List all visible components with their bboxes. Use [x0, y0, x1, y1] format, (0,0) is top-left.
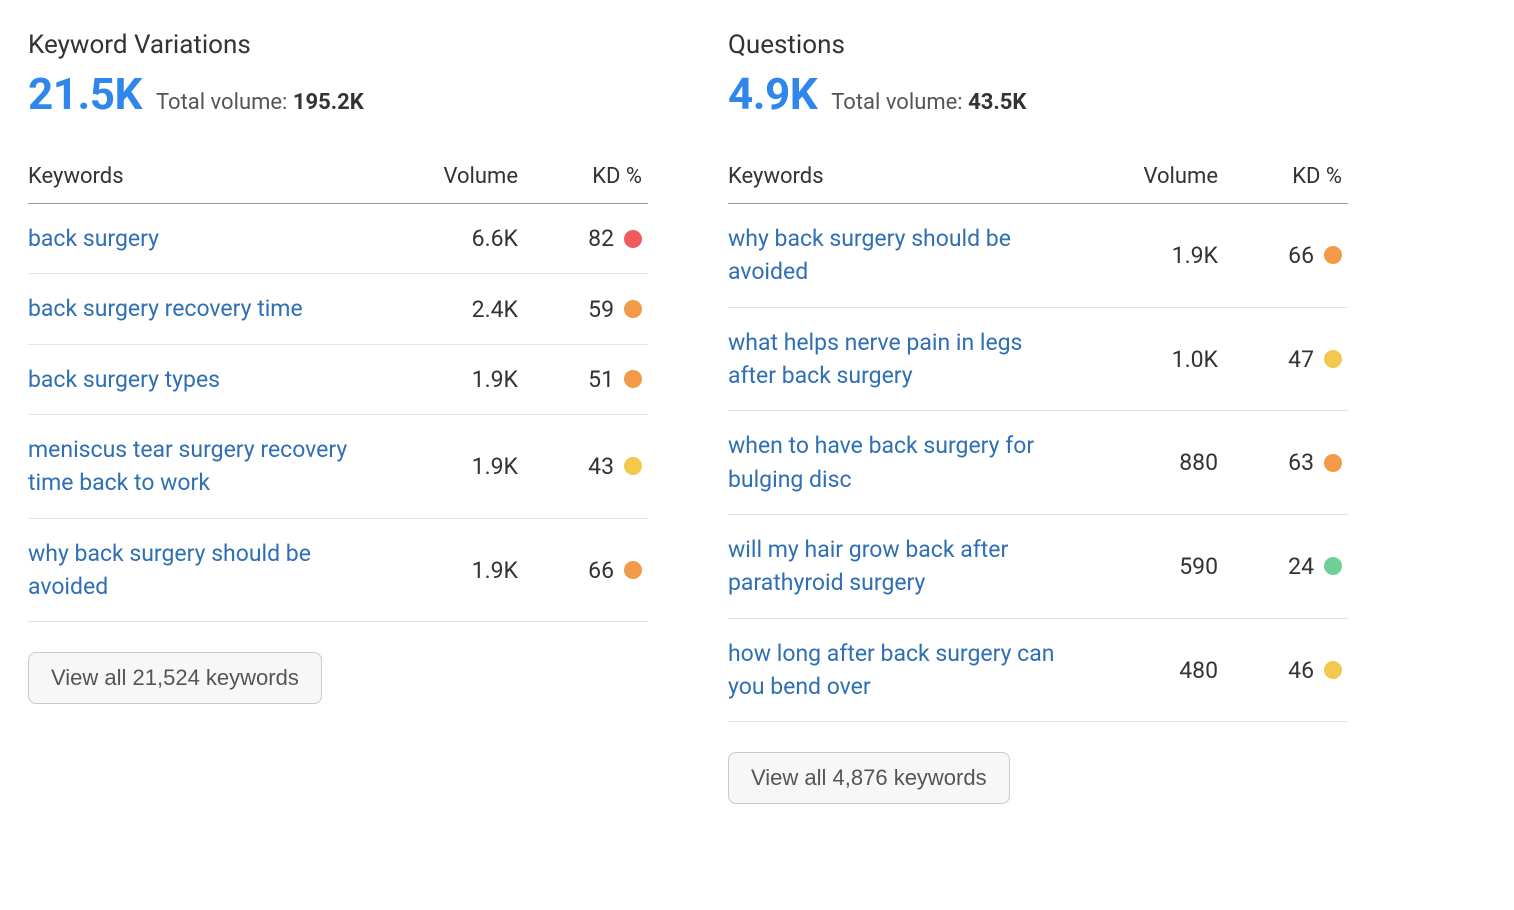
- cell-volume: 1.9K: [388, 557, 518, 584]
- cell-kd: 59: [518, 296, 648, 323]
- keyword-link[interactable]: back surgery: [28, 222, 159, 255]
- view-all-wrap: View all 21,524 keywords: [28, 652, 648, 704]
- metric-sub-label: Total volume:: [831, 90, 968, 115]
- keyword-table: Keywords Volume KD % why back surgery sh…: [728, 164, 1348, 722]
- panels-container: Keyword Variations 21.5K Total volume: 1…: [28, 30, 1486, 804]
- kd-value: 66: [1288, 242, 1314, 269]
- table-row: back surgery 6.6K 82: [28, 204, 648, 274]
- metric-sub-label: Total volume:: [156, 90, 293, 115]
- cell-volume: 880: [1088, 449, 1218, 476]
- cell-volume: 2.4K: [388, 296, 518, 323]
- metric-sub-value: 195.2K: [293, 90, 364, 115]
- difficulty-dot-icon: [1324, 454, 1342, 472]
- kd-value: 59: [588, 296, 614, 323]
- header-volume: Volume: [1088, 164, 1218, 189]
- kd-value: 24: [1288, 553, 1314, 580]
- kd-value: 46: [1288, 657, 1314, 684]
- difficulty-dot-icon: [1324, 350, 1342, 368]
- table-row: back surgery types 1.9K 51: [28, 345, 648, 415]
- keyword-link[interactable]: why back surgery should be avoided: [28, 537, 368, 604]
- table-row: when to have back surgery for bulging di…: [728, 411, 1348, 515]
- metric-total-volume: Total volume: 43.5K: [831, 90, 1026, 115]
- cell-volume: 1.9K: [388, 453, 518, 480]
- keyword-link[interactable]: what helps nerve pain in legs after back…: [728, 326, 1068, 393]
- keyword-table: Keywords Volume KD % back surgery 6.6K 8…: [28, 164, 648, 622]
- panel-metrics: 21.5K Total volume: 195.2K: [28, 68, 648, 120]
- kd-value: 63: [1288, 449, 1314, 476]
- cell-kd: 47: [1218, 346, 1348, 373]
- difficulty-dot-icon: [624, 300, 642, 318]
- cell-kd: 63: [1218, 449, 1348, 476]
- kd-value: 47: [1288, 346, 1314, 373]
- panel-keyword-variations: Keyword Variations 21.5K Total volume: 1…: [28, 30, 648, 804]
- difficulty-dot-icon: [624, 230, 642, 248]
- metric-count: 21.5K: [28, 68, 142, 120]
- cell-volume: 590: [1088, 553, 1218, 580]
- table-row: what helps nerve pain in legs after back…: [728, 308, 1348, 412]
- metric-count: 4.9K: [728, 68, 817, 120]
- cell-kd: 46: [1218, 657, 1348, 684]
- cell-volume: 1.0K: [1088, 346, 1218, 373]
- keyword-link[interactable]: back surgery recovery time: [28, 292, 303, 325]
- difficulty-dot-icon: [624, 370, 642, 388]
- table-header-row: Keywords Volume KD %: [28, 164, 648, 204]
- view-all-wrap: View all 4,876 keywords: [728, 752, 1348, 804]
- kd-value: 51: [588, 366, 614, 393]
- view-all-keywords-button[interactable]: View all 21,524 keywords: [28, 652, 322, 704]
- cell-kd: 43: [518, 453, 648, 480]
- header-keywords: Keywords: [728, 164, 1088, 189]
- difficulty-dot-icon: [1324, 661, 1342, 679]
- cell-kd: 24: [1218, 553, 1348, 580]
- kd-value: 66: [588, 557, 614, 584]
- kd-value: 43: [588, 453, 614, 480]
- panel-title: Questions: [728, 30, 1348, 60]
- table-row: why back surgery should be avoided 1.9K …: [28, 519, 648, 623]
- difficulty-dot-icon: [624, 561, 642, 579]
- table-header-row: Keywords Volume KD %: [728, 164, 1348, 204]
- cell-volume: 480: [1088, 657, 1218, 684]
- keyword-link[interactable]: meniscus tear surgery recovery time back…: [28, 433, 368, 500]
- header-kd: KD %: [518, 164, 648, 189]
- table-row: why back surgery should be avoided 1.9K …: [728, 204, 1348, 308]
- keyword-link[interactable]: why back surgery should be avoided: [728, 222, 1068, 289]
- metric-total-volume: Total volume: 195.2K: [156, 90, 364, 115]
- header-kd: KD %: [1218, 164, 1348, 189]
- table-row: how long after back surgery can you bend…: [728, 619, 1348, 723]
- difficulty-dot-icon: [1324, 557, 1342, 575]
- cell-volume: 1.9K: [1088, 242, 1218, 269]
- panel-questions: Questions 4.9K Total volume: 43.5K Keywo…: [728, 30, 1348, 804]
- view-all-questions-button[interactable]: View all 4,876 keywords: [728, 752, 1010, 804]
- difficulty-dot-icon: [624, 457, 642, 475]
- cell-volume: 1.9K: [388, 366, 518, 393]
- cell-kd: 51: [518, 366, 648, 393]
- cell-volume: 6.6K: [388, 225, 518, 252]
- table-row: will my hair grow back after parathyroid…: [728, 515, 1348, 619]
- keyword-link[interactable]: how long after back surgery can you bend…: [728, 637, 1068, 704]
- header-volume: Volume: [388, 164, 518, 189]
- keyword-link[interactable]: back surgery types: [28, 363, 220, 396]
- cell-kd: 66: [1218, 242, 1348, 269]
- difficulty-dot-icon: [1324, 246, 1342, 264]
- metric-sub-value: 43.5K: [968, 90, 1026, 115]
- table-row: meniscus tear surgery recovery time back…: [28, 415, 648, 519]
- header-keywords: Keywords: [28, 164, 388, 189]
- keyword-link[interactable]: when to have back surgery for bulging di…: [728, 429, 1068, 496]
- panel-title: Keyword Variations: [28, 30, 648, 60]
- keyword-link[interactable]: will my hair grow back after parathyroid…: [728, 533, 1068, 600]
- table-row: back surgery recovery time 2.4K 59: [28, 274, 648, 344]
- cell-kd: 82: [518, 225, 648, 252]
- cell-kd: 66: [518, 557, 648, 584]
- kd-value: 82: [588, 225, 614, 252]
- panel-metrics: 4.9K Total volume: 43.5K: [728, 68, 1348, 120]
